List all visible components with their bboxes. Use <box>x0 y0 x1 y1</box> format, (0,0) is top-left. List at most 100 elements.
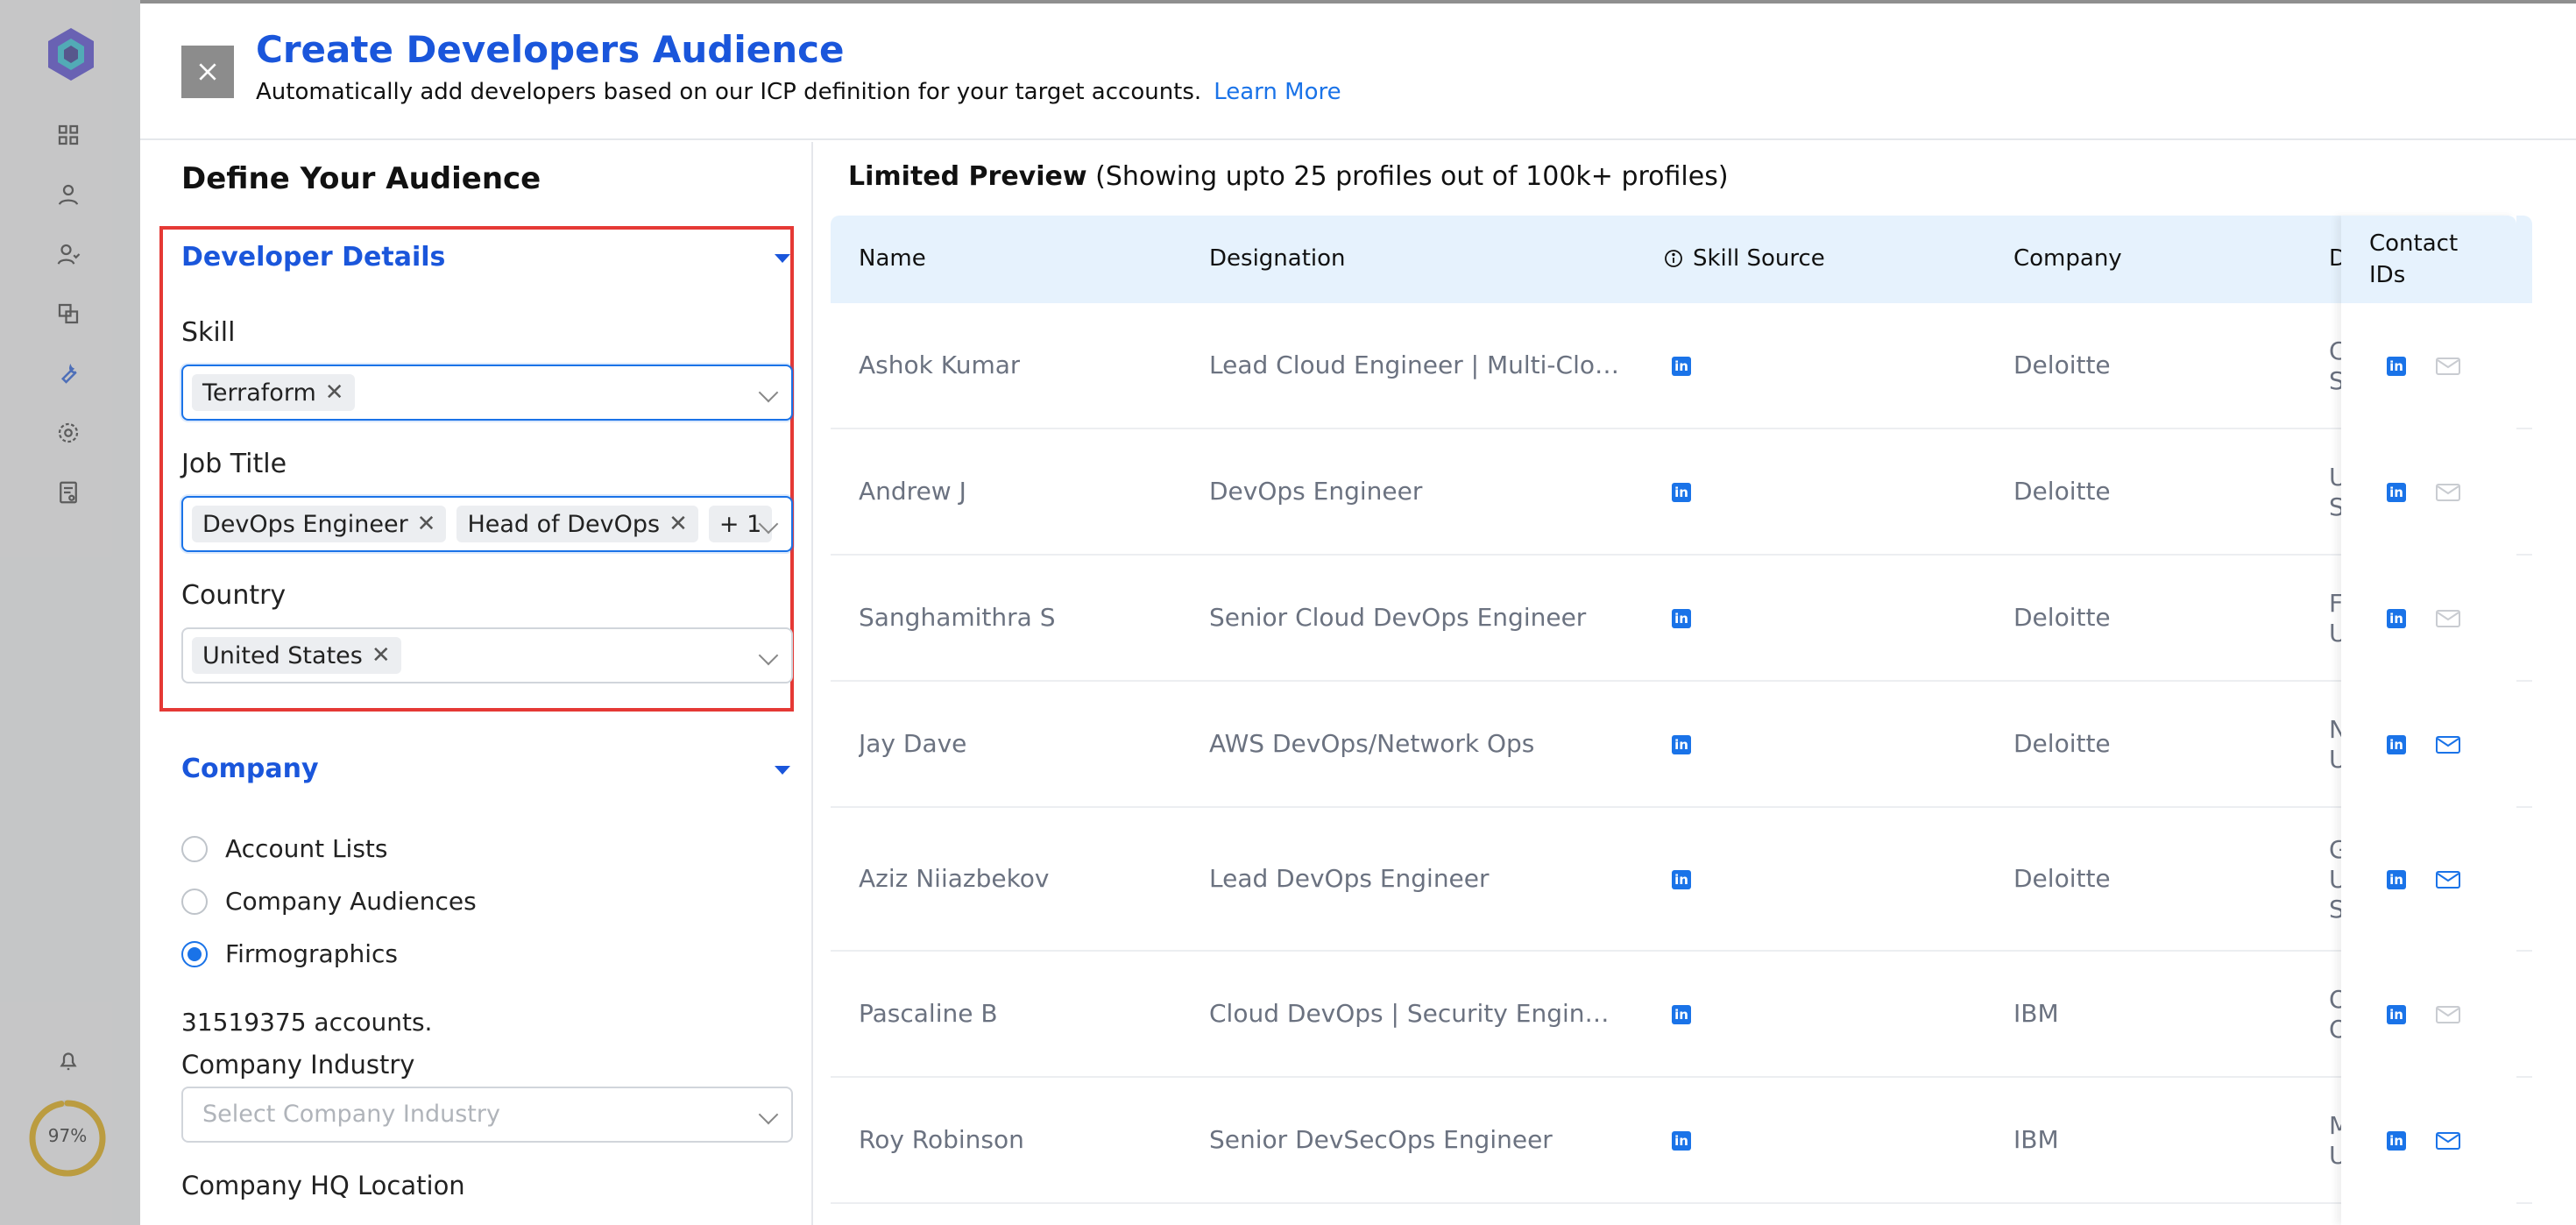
cell-name: Sanghamithra S <box>859 603 1056 632</box>
linkedin-icon[interactable]: in <box>1672 735 1691 754</box>
column-header-designation[interactable]: Designation <box>1209 245 1346 272</box>
users-icon[interactable] <box>53 238 84 270</box>
cell-name: Jay Dave <box>859 729 967 758</box>
company-section-title[interactable]: Company <box>181 754 319 784</box>
close-button[interactable] <box>181 46 234 98</box>
table-row[interactable]: Aziz Niiazbekov Lead DevOps Engineer in Del… <box>831 808 2532 952</box>
skill-chip: Terraform ✕ <box>192 374 355 411</box>
job-title-chip: DevOps Engineer ✕ <box>192 506 447 542</box>
radio-circle[interactable] <box>181 835 208 862</box>
linkedin-icon[interactable]: in <box>1672 870 1691 889</box>
radio-firmographics[interactable]: Firmographics <box>181 939 398 968</box>
accounts-count: 31519375 accounts. <box>181 1008 433 1037</box>
define-audience-column: Define Your Audience Developer Details S… <box>140 142 813 1225</box>
radio-circle[interactable] <box>181 888 208 915</box>
cell-designation: Senior Cloud DevOps Engineer <box>1209 603 1587 632</box>
column-header-name[interactable]: Name <box>859 245 926 272</box>
linkedin-icon[interactable]: in <box>1672 357 1691 376</box>
subtitle-text: Automatically add developers based on ou… <box>256 79 1202 105</box>
cell-designation: Lead Cloud Engineer | Multi-Cloud... <box>1209 351 1621 379</box>
layers-icon[interactable] <box>53 298 84 329</box>
remove-chip-icon[interactable]: ✕ <box>417 511 436 537</box>
table-row[interactable]: Roy Robinson Senior DevSecOps Engineer in I… <box>831 1078 2532 1204</box>
table-row[interactable]: Andrew JDevOps EngineerinDeloitteUnSta <box>831 429 2532 556</box>
job-title-select[interactable]: DevOps Engineer ✕ Head of DevOps ✕ + 1 <box>181 496 793 552</box>
skill-select[interactable]: Terraform ✕ <box>181 365 793 421</box>
cell-name: Roy Robinson <box>859 1125 1024 1154</box>
contact-linkedin-icon[interactable]: in <box>2387 609 2406 628</box>
cell-name: Pascaline B <box>859 999 998 1028</box>
contact-linkedin-icon[interactable]: in <box>2387 357 2406 376</box>
gear-icon[interactable] <box>53 417 84 449</box>
define-audience-title: Define Your Audience <box>181 161 541 196</box>
learn-more-link[interactable]: Learn More <box>1214 79 1341 105</box>
user-icon[interactable] <box>53 179 84 210</box>
job-title-chip: Head of DevOps ✕ <box>456 506 698 542</box>
bell-icon[interactable] <box>53 1044 84 1076</box>
country-chip: United States ✕ <box>192 637 401 674</box>
remove-chip-icon[interactable]: ✕ <box>325 379 344 406</box>
cell-company: Deloitte <box>2013 603 2111 632</box>
cell-name: Andrew J <box>859 477 966 506</box>
page-title: Create Developers Audience <box>256 28 845 71</box>
panel-header: Create Developers Audience Automatically… <box>140 4 2576 140</box>
report-icon[interactable] <box>53 477 84 508</box>
table-header: Name Designation Skill Source Company De <box>831 216 2532 303</box>
chevron-down-icon[interactable] <box>758 645 779 666</box>
contact-ids-column: Contact IDs in in in in in in in <box>2341 216 2516 1225</box>
app-sidebar: 97% <box>0 0 140 1225</box>
cell-designation: DevOps Engineer <box>1209 477 1423 506</box>
developer-details-title[interactable]: Developer Details <box>181 242 445 273</box>
contact-linkedin-icon[interactable]: in <box>2387 1131 2406 1151</box>
email-icon <box>2436 610 2460 627</box>
remove-chip-icon[interactable]: ✕ <box>669 511 688 537</box>
email-icon[interactable] <box>2436 1132 2460 1150</box>
company-hq-label: Company HQ Location <box>181 1171 465 1200</box>
table-row[interactable]: Jay Dave AWS DevOps/Network Ops in Deloitte… <box>831 682 2532 808</box>
company-caret-icon[interactable] <box>775 766 790 775</box>
email-icon[interactable] <box>2436 736 2460 754</box>
radio-company-audiences[interactable]: Company Audiences <box>181 887 477 916</box>
linkedin-icon[interactable]: in <box>1672 1131 1691 1151</box>
contact-linkedin-icon[interactable]: in <box>2387 735 2406 754</box>
cell-name: Aziz Niiazbekov <box>859 864 1050 893</box>
page-subtitle: Automatically add developers based on ou… <box>256 79 1341 105</box>
job-title-label: Job Title <box>181 449 287 479</box>
contact-linkedin-icon[interactable]: in <box>2387 1005 2406 1024</box>
table-row[interactable]: Pascaline B Cloud DevOps | Security Engin… <box>831 952 2532 1078</box>
country-select[interactable]: United States ✕ <box>181 627 793 683</box>
grid-icon[interactable] <box>53 119 84 151</box>
cell-designation: AWS DevOps/Network Ops <box>1209 729 1535 758</box>
contact-ids-header: Contact IDs <box>2341 216 2516 303</box>
column-header-company[interactable]: Company <box>2013 245 2122 272</box>
progress-label: 97% <box>47 1125 88 1146</box>
linkedin-icon[interactable]: in <box>1672 483 1691 502</box>
remove-chip-icon[interactable]: ✕ <box>372 642 391 669</box>
industry-placeholder: Select Company Industry <box>202 1101 500 1128</box>
column-header-skill-source[interactable]: Skill Source <box>1663 245 1825 272</box>
contact-linkedin-icon[interactable]: in <box>2387 483 2406 502</box>
cell-company: IBM <box>2013 1125 2059 1154</box>
skill-label: Skill <box>181 317 236 348</box>
contact-linkedin-icon[interactable]: in <box>2387 870 2406 889</box>
radio-circle-selected[interactable] <box>181 940 208 967</box>
email-icon[interactable] <box>2436 871 2460 889</box>
wrench-icon[interactable] <box>53 358 84 389</box>
table-row[interactable]: Sanghamithra S Senior Cloud DevOps Engine… <box>831 556 2532 682</box>
developer-details-caret-icon[interactable] <box>775 254 790 263</box>
company-industry-select[interactable]: Select Company Industry <box>181 1087 793 1143</box>
info-icon[interactable] <box>1663 248 1684 269</box>
preview-title: Limited Preview (Showing upto 25 profile… <box>848 161 1729 192</box>
table-row[interactable]: Ashok Kumar Lead Cloud Engineer | Multi-C… <box>831 303 2532 429</box>
app-logo-icon[interactable] <box>46 26 96 82</box>
chevron-down-icon[interactable] <box>758 1104 779 1125</box>
linkedin-icon[interactable]: in <box>1672 609 1691 628</box>
column-header-contact-ids[interactable]: Contact IDs <box>2369 228 2492 291</box>
cell-company: Deloitte <box>2013 477 2111 506</box>
cell-company: Deloitte <box>2013 864 2111 893</box>
linkedin-icon[interactable]: in <box>1672 1005 1691 1024</box>
close-icon <box>199 63 216 81</box>
radio-account-lists[interactable]: Account Lists <box>181 834 388 863</box>
email-icon <box>2436 358 2460 375</box>
chevron-down-icon[interactable] <box>758 382 779 403</box>
